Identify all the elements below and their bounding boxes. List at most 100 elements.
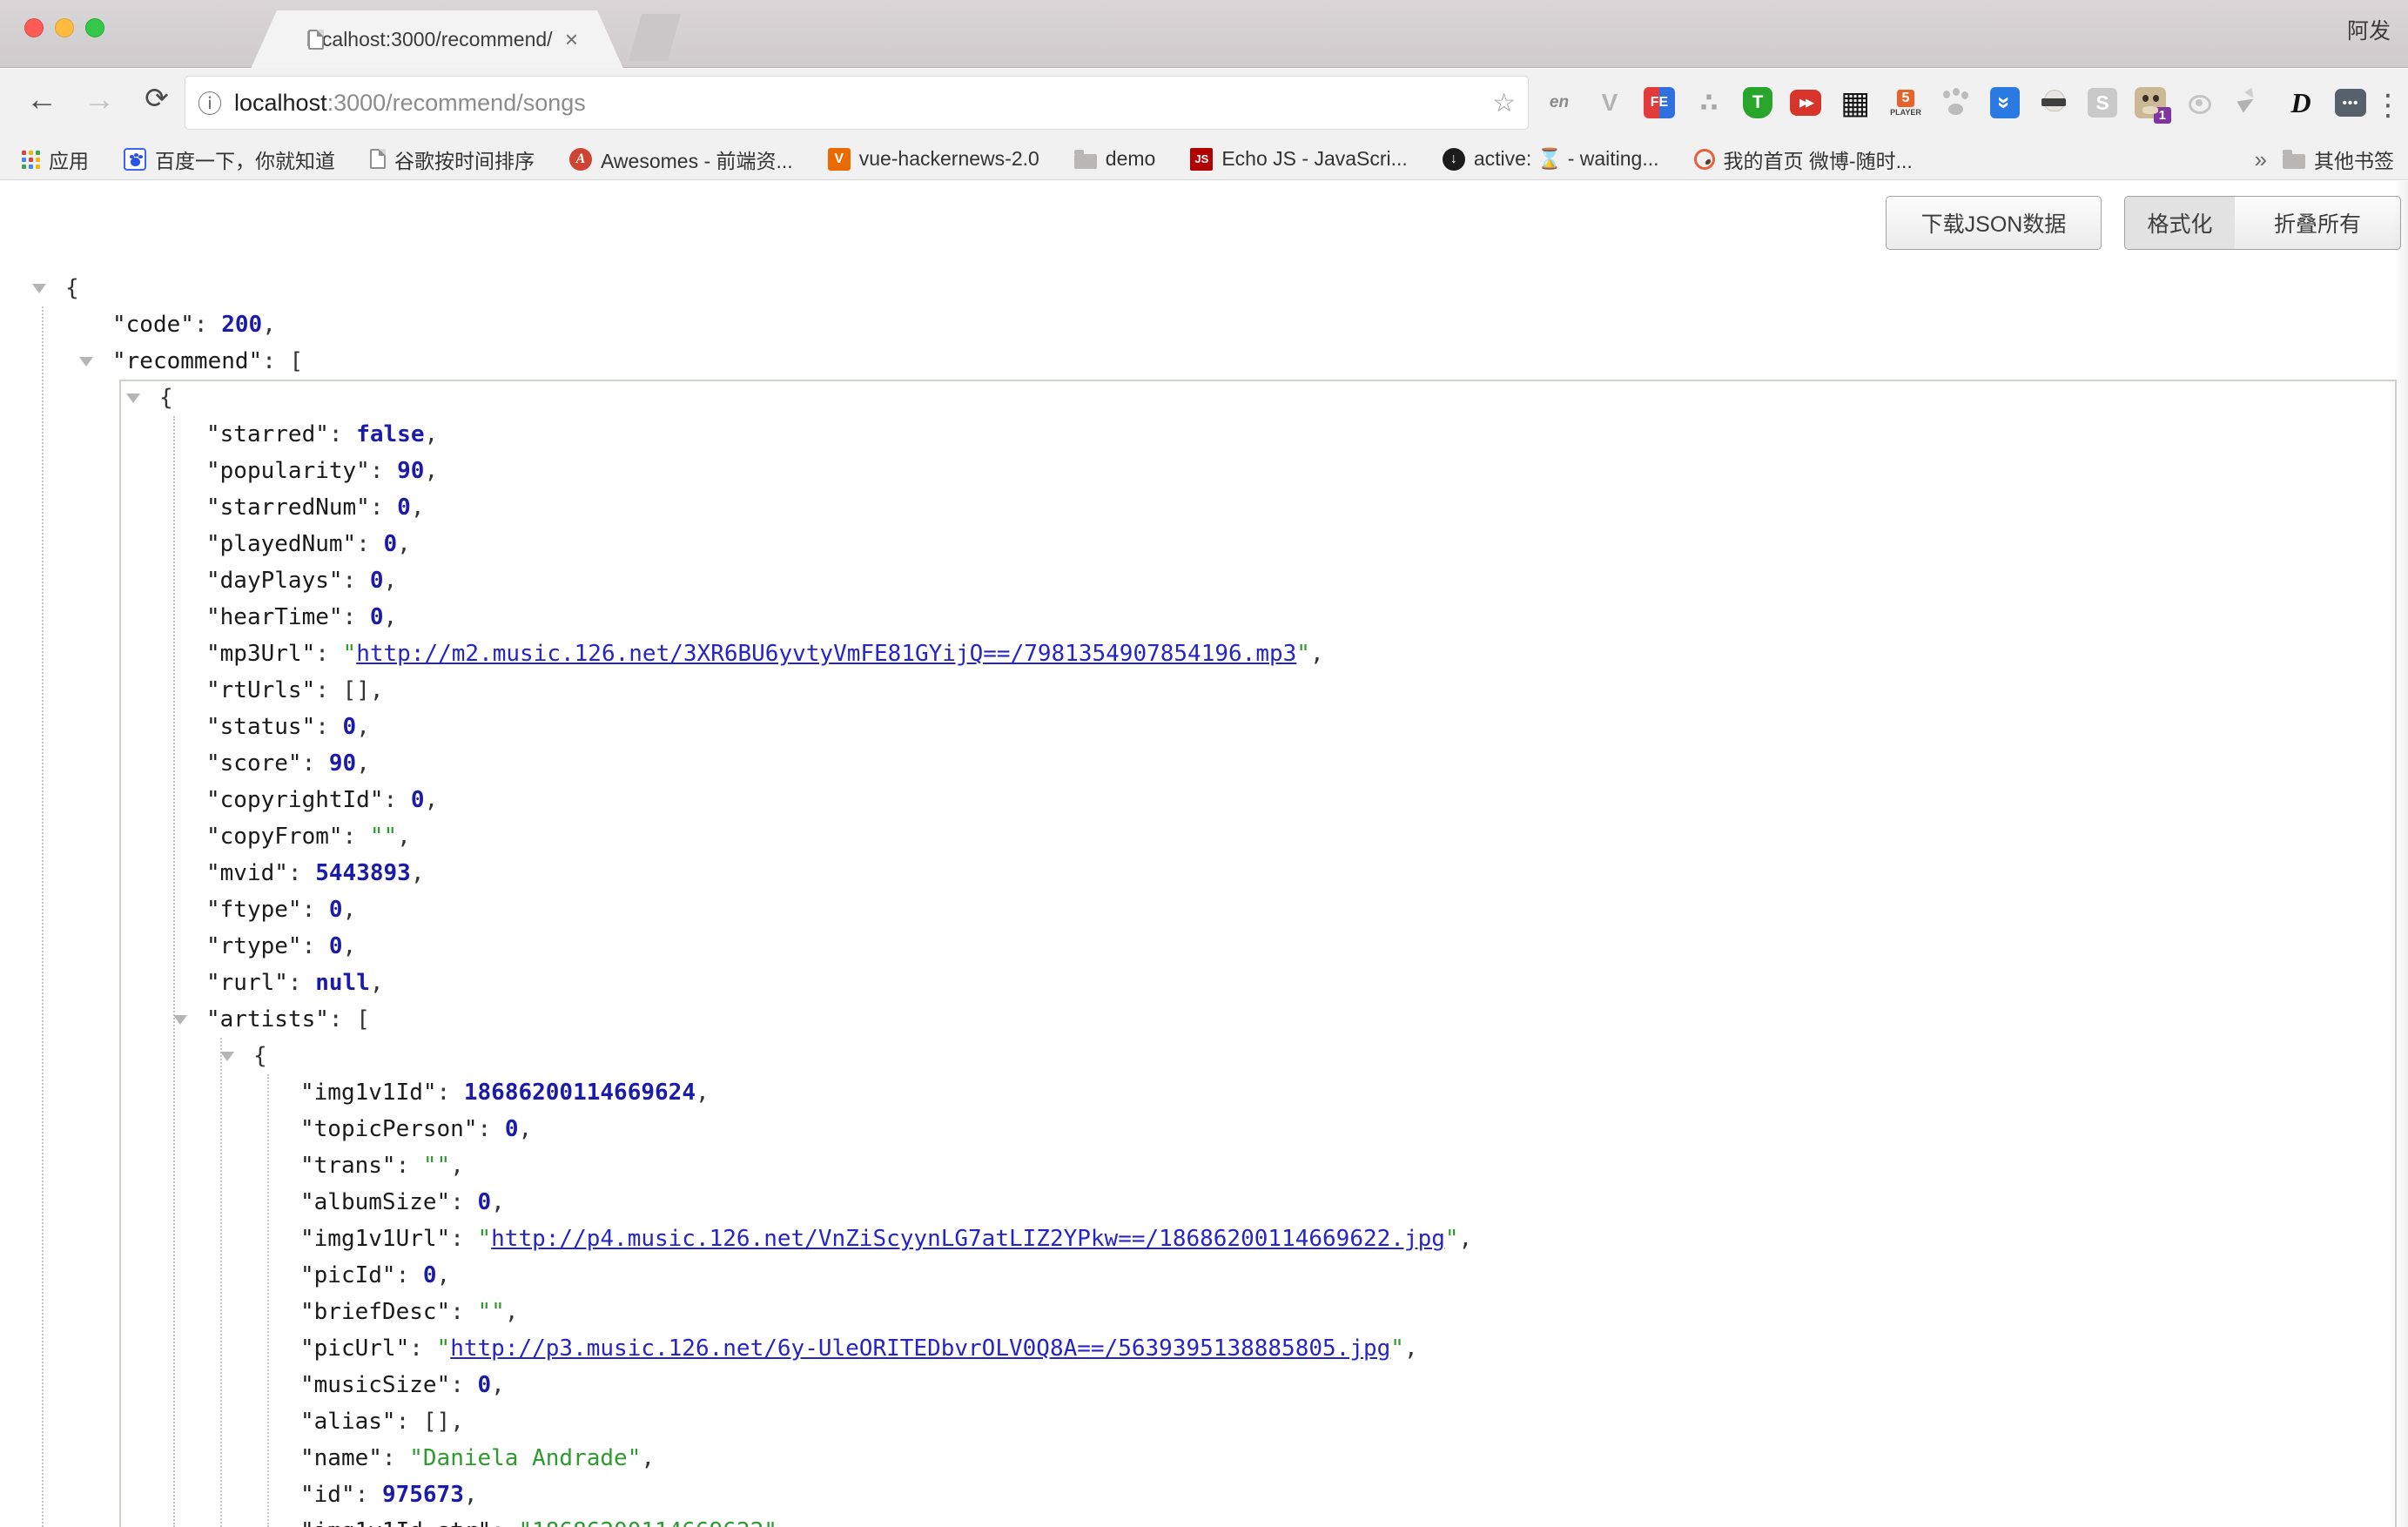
collapse-toggle-icon[interactable] <box>32 284 46 293</box>
baidu-paw-icon <box>124 148 146 171</box>
json-value: 0 <box>329 897 343 923</box>
json-punct: [ <box>290 348 304 374</box>
html5-player-extension-icon[interactable]: 5PLAYER <box>1889 86 1922 119</box>
json-line: "musicSize": 0, <box>0 1367 2408 1403</box>
collapse-toggle-icon[interactable] <box>173 1015 187 1025</box>
json-punct: { <box>159 385 173 411</box>
json-value: "" <box>478 1299 505 1325</box>
page-info-icon[interactable]: ⓘ <box>198 85 222 120</box>
json-value: 0 <box>411 787 425 813</box>
json-link[interactable]: http://p3.music.126.net/6y-UleORITEDbvrO… <box>450 1335 1390 1362</box>
json-key: "img1v1Id" <box>300 1080 437 1106</box>
json-line: "artists": [ <box>0 1001 2408 1038</box>
bookmark-item[interactable]: ↓active: ⌛ - waiting... <box>1443 147 1659 171</box>
extensions-row: en V FE ∴ T ▶▶ ▦ 5PLAYER » S1 D ••• <box>1543 76 2366 130</box>
bookmark-item[interactable]: 我的首页 微博-随时... <box>1694 145 1913 174</box>
json-value: 0 <box>423 1262 437 1288</box>
s-letter-extension-icon[interactable]: S <box>2088 88 2117 118</box>
bookmark-item[interactable]: AAwesomes - 前端资... <box>569 145 793 174</box>
sitemap-extension-icon[interactable]: ∴ <box>1692 86 1725 119</box>
green-shield-t-extension-icon[interactable]: T <box>1743 87 1772 118</box>
json-key: "artists" <box>206 1006 329 1033</box>
json-key: "musicSize" <box>300 1372 450 1398</box>
json-line: "recommend": [ <box>0 343 2408 380</box>
json-value: "18686200114669622" <box>518 1518 777 1527</box>
browser-tab[interactable]: localhost:3000/recommend/so × <box>251 10 623 69</box>
incognito-mask-extension-icon[interactable] <box>2037 86 2070 119</box>
json-line: "starred": false, <box>0 416 2408 453</box>
json-line: "briefDesc": "", <box>0 1294 2408 1330</box>
paw-extension-icon[interactable] <box>1940 86 1973 119</box>
folder-icon <box>2283 154 2305 169</box>
json-value: 18686200114669624 <box>464 1080 696 1106</box>
bookmark-item[interactable]: 应用 <box>21 145 89 174</box>
json-line: "rurl": null, <box>0 965 2408 1001</box>
video-downloader-extension-icon[interactable]: ▶▶ <box>1790 90 1821 116</box>
qr-code-extension-icon[interactable]: ▦ <box>1839 86 1872 119</box>
json-line: "copyrightId": 0, <box>0 782 2408 818</box>
bookmark-item[interactable]: Vvue-hackernews-2.0 <box>828 147 1039 171</box>
bookmark-star-icon[interactable]: ☆ <box>1492 88 1516 118</box>
json-key: "code" <box>112 312 194 338</box>
json-key: "img1v1Id_str" <box>300 1518 491 1527</box>
fe-helper-extension-icon[interactable]: FE <box>1644 87 1675 118</box>
folder-icon <box>1074 154 1097 169</box>
collapse-toggle-icon[interactable] <box>126 394 140 403</box>
other-bookmarks-button[interactable]: 其他书签 <box>2283 145 2394 174</box>
json-key: "recommend" <box>112 348 262 374</box>
json-punct: [ <box>356 1006 370 1033</box>
collapse-toggle-icon[interactable] <box>220 1052 234 1061</box>
json-lines: {"code": 200,"recommend": [{"starred": f… <box>0 270 2408 1527</box>
bookmark-item[interactable]: demo <box>1074 147 1156 171</box>
format-button[interactable]: 格式化 <box>2124 196 2236 250</box>
bookmark-label: demo <box>1106 147 1156 171</box>
profile-name[interactable]: 阿发 <box>2347 14 2391 45</box>
url-path: :3000/recommend/songs <box>327 90 586 117</box>
json-key: "mp3Url" <box>206 641 315 667</box>
bookmark-label: vue-hackernews-2.0 <box>859 147 1039 171</box>
bookmark-item[interactable]: JSEcho JS - JavaScri... <box>1190 147 1407 171</box>
hummingbird-extension-icon[interactable] <box>2234 86 2267 119</box>
json-key: "status" <box>206 714 315 740</box>
tab-close-icon[interactable]: × <box>565 26 578 53</box>
back-button[interactable]: ← <box>23 81 61 118</box>
bookmark-item[interactable]: 谷歌按时间排序 <box>370 145 535 174</box>
json-line: "picId": 0, <box>0 1257 2408 1294</box>
json-line: "copyFrom": "", <box>0 818 2408 855</box>
weibo-gray-extension-icon[interactable] <box>2183 86 2216 119</box>
title-bar: localhost:3000/recommend/so × 阿发 <box>0 0 2408 68</box>
url-bar[interactable]: ⓘ localhost :3000/recommend/songs ☆ <box>185 76 1529 130</box>
json-key: "topicPerson" <box>300 1116 478 1142</box>
json-key: "rtype" <box>206 933 302 959</box>
minimize-window-button[interactable] <box>55 18 74 37</box>
lastpass-extension-icon[interactable]: ••• <box>2335 89 2366 117</box>
json-line: "playedNum": 0, <box>0 526 2408 562</box>
reload-button[interactable]: ⟳ <box>138 81 176 115</box>
json-value: "" <box>370 824 397 850</box>
bookmark-item[interactable]: 百度一下，你就知道 <box>124 145 335 174</box>
browser-menu-icon[interactable]: ⋮ <box>2373 88 2399 123</box>
new-tab-button[interactable] <box>629 14 681 61</box>
zoom-window-button[interactable] <box>85 18 104 37</box>
json-punct: [], <box>343 677 384 703</box>
bookmark-label: 我的首页 微博-随时... <box>1724 145 1913 174</box>
json-punct: { <box>65 275 79 301</box>
vue-devtools-extension-icon[interactable]: V <box>1593 86 1626 119</box>
collapse-all-button[interactable]: 折叠所有 <box>2235 196 2401 250</box>
bookmarks-overflow-icon[interactable]: » <box>2255 146 2267 173</box>
close-window-button[interactable] <box>24 18 44 37</box>
json-link[interactable]: http://p4.music.126.net/VnZiScyynLG7atLI… <box>491 1226 1445 1252</box>
translate-extension-icon[interactable]: en <box>1543 86 1576 119</box>
json-value: 200 <box>221 312 262 338</box>
json-key: "alias" <box>300 1409 396 1435</box>
json-key: "name" <box>300 1445 382 1471</box>
json-link[interactable]: http://m2.music.126.net/3XR6BU6yvtyVmFE8… <box>356 641 1296 667</box>
json-value: 0 <box>384 531 398 557</box>
collapse-toggle-icon[interactable] <box>79 357 93 367</box>
download-json-button[interactable]: 下载JSON数据 <box>1886 196 2102 250</box>
tampermonkey-extension-icon[interactable]: 1 <box>2135 87 2166 118</box>
page-icon <box>370 149 386 169</box>
download-circle-icon: ↓ <box>1443 148 1465 171</box>
blue-downloader-extension-icon[interactable]: » <box>1990 87 2020 118</box>
dark-reader-extension-icon[interactable]: D <box>2284 86 2317 119</box>
